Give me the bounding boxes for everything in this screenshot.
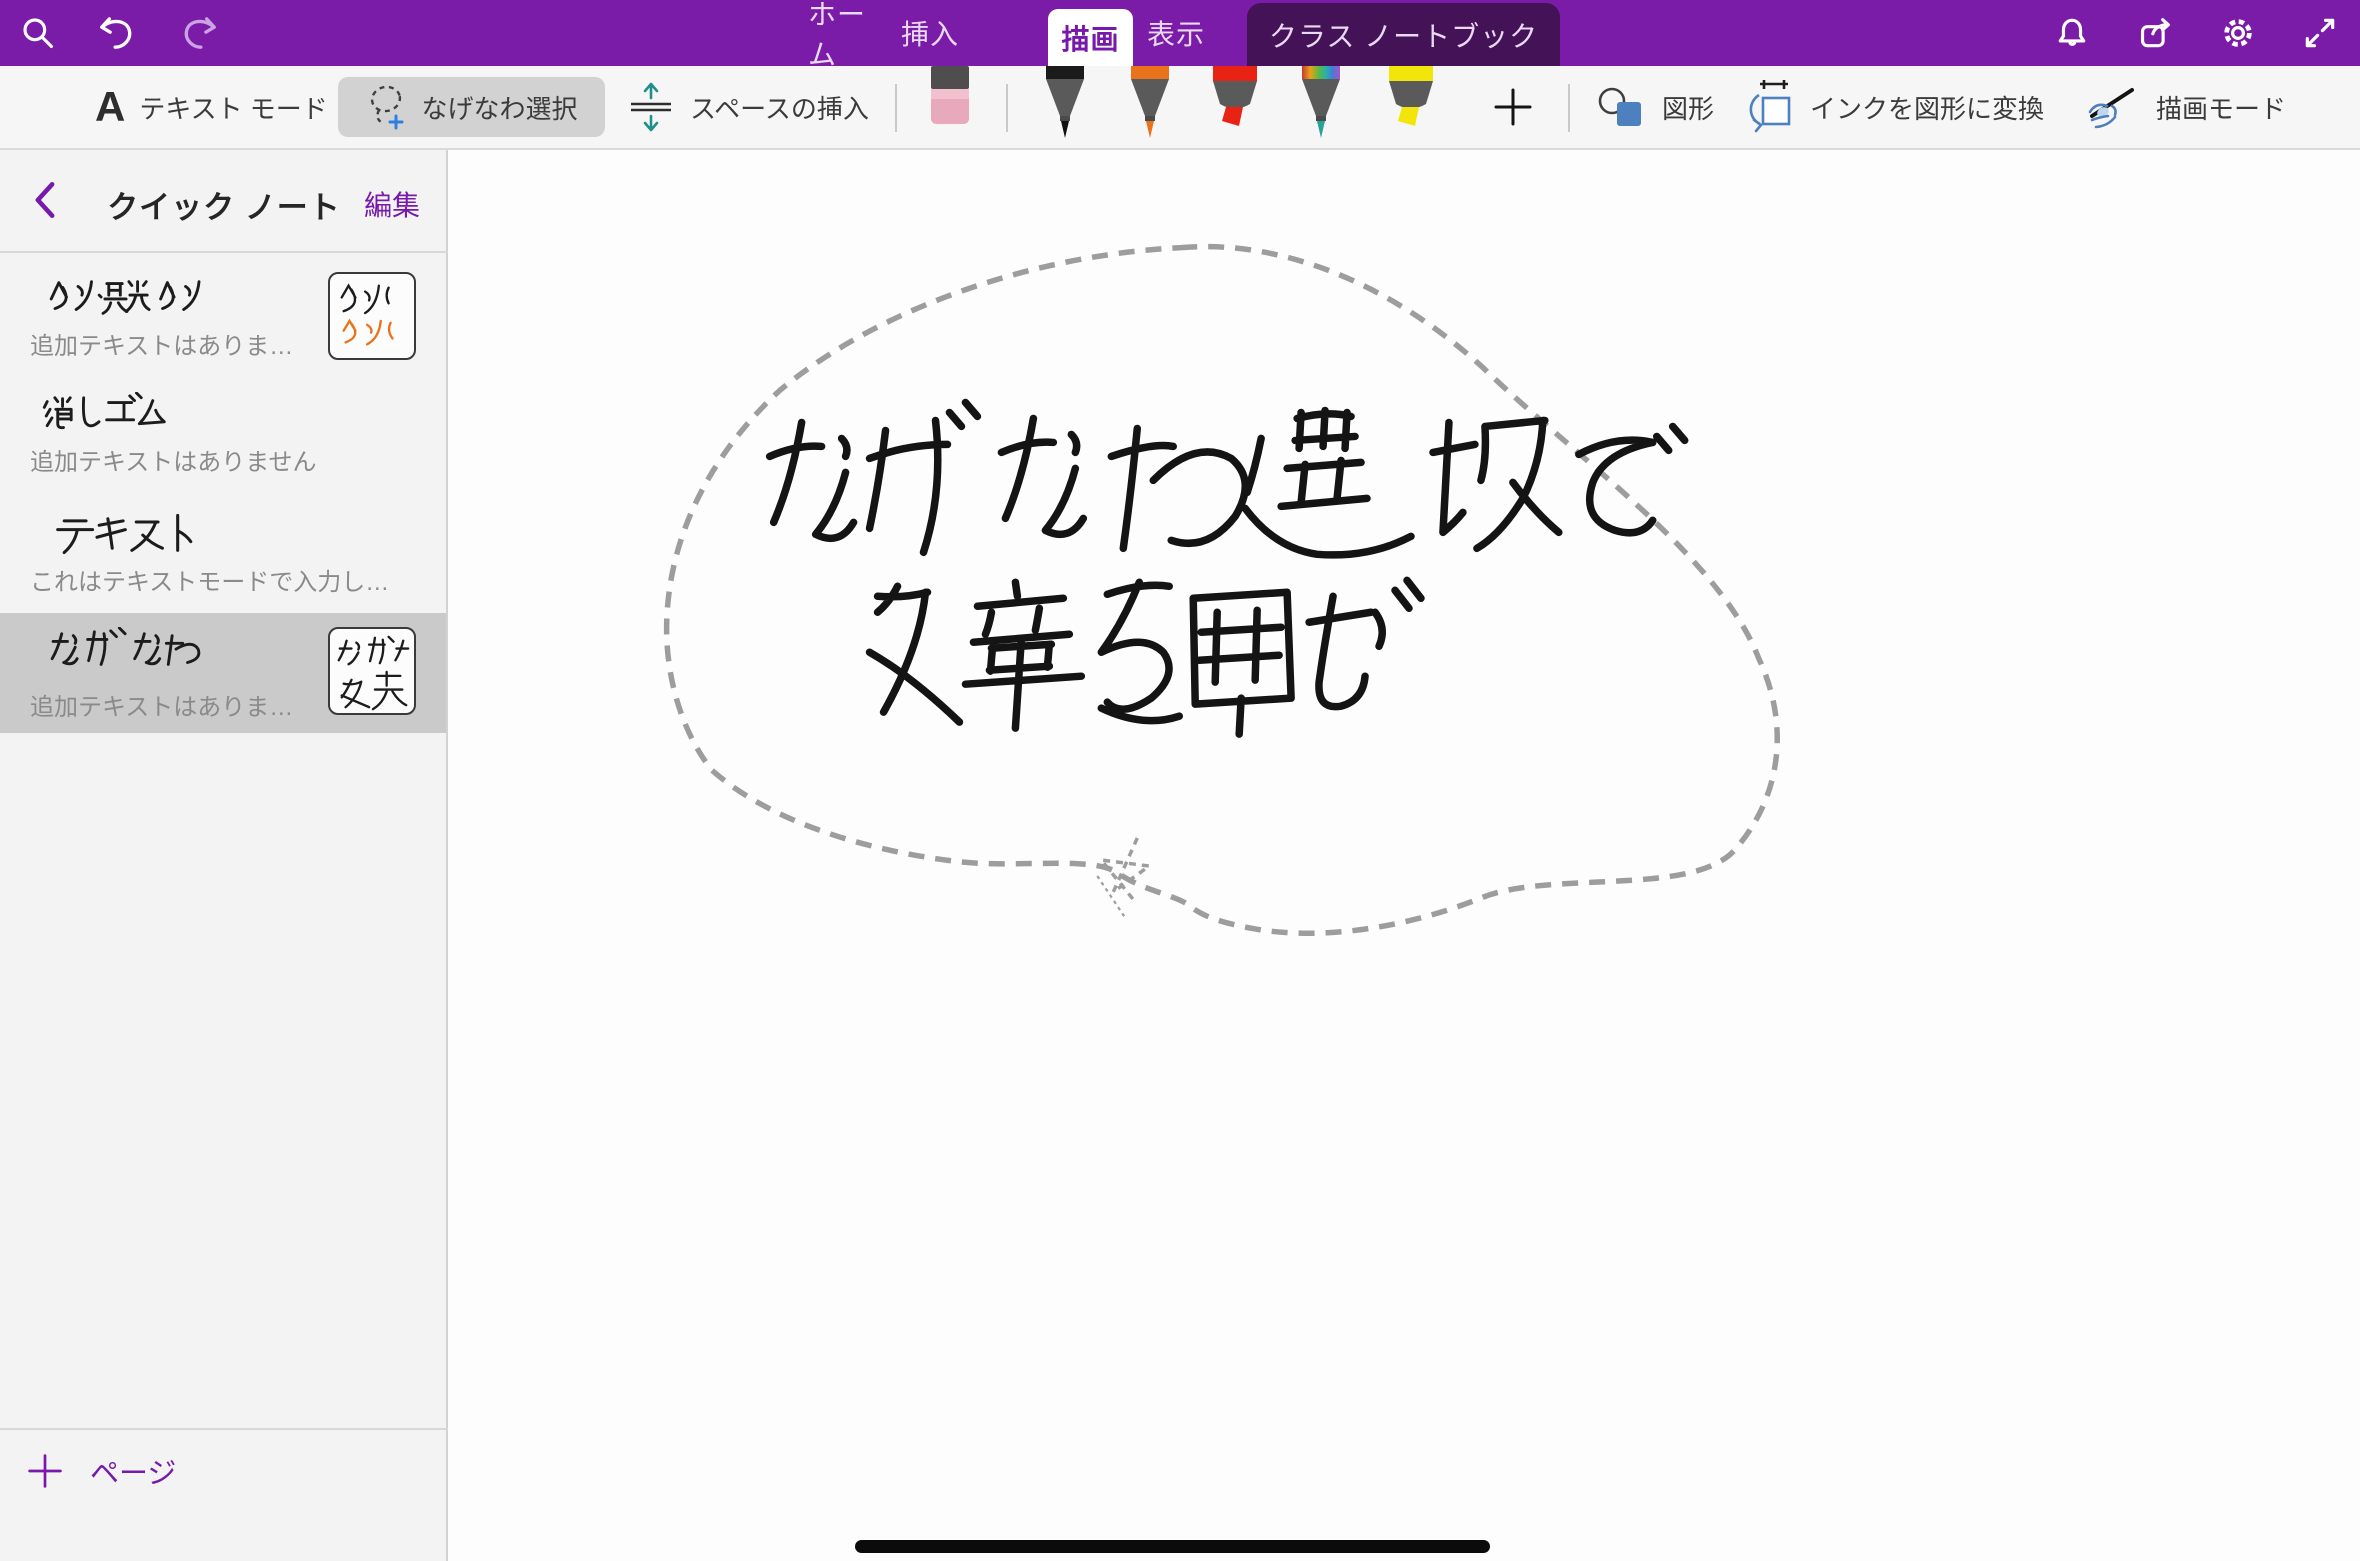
- draw-mode-button[interactable]: 描画モード: [2086, 66, 2286, 148]
- sidebar-footer-divider: [0, 1428, 448, 1430]
- page-title-text: テキスト: [0, 502, 1, 503]
- page-title-text: 消しゴム: [0, 382, 1, 383]
- top-app-bar: ホーム 挿入 描画 表示 クラス ノートブック: [0, 0, 2360, 66]
- redo-icon: [180, 13, 220, 53]
- highlighter-red-tool[interactable]: [1205, 66, 1265, 132]
- pen-black-icon: [1037, 66, 1093, 140]
- highlighter-yellow-tool[interactable]: [1381, 66, 1441, 132]
- handwritten-title-scribble: [38, 392, 233, 440]
- class-notebook-button[interactable]: クラス ノートブック: [1247, 3, 1560, 66]
- edit-button[interactable]: 編集: [364, 184, 420, 224]
- tab-draw[interactable]: 描画: [1048, 9, 1133, 66]
- page-thumbnail: [328, 627, 416, 715]
- page-list-sidebar: クイック ノート 編集 ペン・蛍光ペン 追加テキストはありま… 消しゴム 追加テ…: [0, 150, 448, 1561]
- share-icon[interactable]: [2136, 13, 2176, 53]
- note-canvas[interactable]: なげなわ選択で 文章を囲む: [450, 150, 2360, 1561]
- highlighter-red-icon: [1205, 66, 1265, 132]
- ink-stroke-line-1[interactable]: [770, 402, 1685, 554]
- insert-space-icon: [626, 80, 676, 134]
- toolbar-divider: [1006, 84, 1008, 132]
- page-subtitle: これはテキストモードで入力し…: [30, 562, 389, 597]
- page-thumbnail: [328, 272, 416, 360]
- notifications-bell-icon[interactable]: [2052, 13, 2092, 53]
- page-row-eraser[interactable]: 消しゴム 追加テキストはありません: [0, 382, 446, 482]
- pen-rainbow-icon: [1293, 66, 1349, 140]
- page-subtitle: 追加テキストはありま…: [30, 326, 293, 361]
- lasso-select-button[interactable]: なげなわ選択: [338, 77, 605, 137]
- thumbnail-ink-preview: [330, 274, 414, 358]
- page-row-pen-highlighter[interactable]: ペン・蛍光ペン 追加テキストはありま…: [0, 256, 446, 372]
- shapes-icon: [1596, 83, 1648, 131]
- text-mode-button[interactable]: A テキスト モード: [95, 66, 328, 148]
- pen-rainbow-tool[interactable]: [1293, 66, 1349, 140]
- draw-mode-icon: [2086, 82, 2142, 132]
- plus-icon: [26, 1452, 64, 1490]
- page-row-text[interactable]: テキスト これはテキストモードで入力し…: [0, 502, 446, 602]
- page-row-lasso-selected[interactable]: なげなわ 追加テキストはありま…: [0, 613, 446, 733]
- toolbar-divider: [895, 84, 897, 132]
- handwritten-title-scribble: [42, 627, 237, 675]
- add-page-button[interactable]: ページ: [26, 1450, 176, 1492]
- pen-black-tool[interactable]: [1037, 66, 1093, 140]
- page-subtitle: 追加テキストはありま…: [30, 687, 293, 722]
- pen-orange-tool[interactable]: [1122, 66, 1178, 140]
- thumbnail-ink-preview: [330, 629, 414, 713]
- fullscreen-expand-icon[interactable]: [2300, 13, 2340, 53]
- text-mode-icon: A: [95, 86, 125, 128]
- tab-view[interactable]: 表示: [1141, 0, 1211, 66]
- page-title-text: ペン・蛍光ペン: [0, 256, 1, 257]
- shapes-button[interactable]: 図形: [1596, 66, 1714, 148]
- ink-stroke-line-2[interactable]: [870, 580, 1421, 734]
- ink-to-shape-icon: [1744, 80, 1796, 134]
- eraser-icon: [928, 66, 972, 128]
- plus-icon: [1492, 86, 1534, 128]
- handwritten-title-scribble: [42, 274, 237, 322]
- undo-icon[interactable]: [96, 13, 136, 53]
- ink-to-shape-button[interactable]: インクを図形に変換: [1744, 66, 2044, 148]
- insert-space-button[interactable]: スペースの挿入: [626, 66, 869, 148]
- tab-home[interactable]: ホーム: [808, 0, 894, 66]
- draw-ribbon: A テキスト モード なげなわ選択 スペースの挿入: [0, 66, 2360, 150]
- settings-gear-icon[interactable]: [2218, 13, 2258, 53]
- toolbar-divider: [1568, 84, 1570, 132]
- search-icon[interactable]: [18, 13, 58, 53]
- eraser-tool[interactable]: [928, 66, 972, 128]
- pen-orange-icon: [1122, 66, 1178, 140]
- sidebar-header: クイック ノート 編集: [0, 150, 448, 253]
- page-subtitle: 追加テキストはありません: [30, 442, 317, 477]
- page-title-text: なげなわ: [0, 613, 1, 614]
- handwritten-title-scribble: [40, 510, 215, 558]
- home-indicator-bar[interactable]: [855, 1540, 1490, 1553]
- lasso-selection-outline[interactable]: [667, 247, 1778, 934]
- add-pen-button[interactable]: [1490, 84, 1536, 130]
- lasso-icon: [365, 82, 411, 132]
- highlighter-yellow-icon: [1381, 66, 1441, 132]
- tab-insert[interactable]: 挿入: [896, 0, 964, 66]
